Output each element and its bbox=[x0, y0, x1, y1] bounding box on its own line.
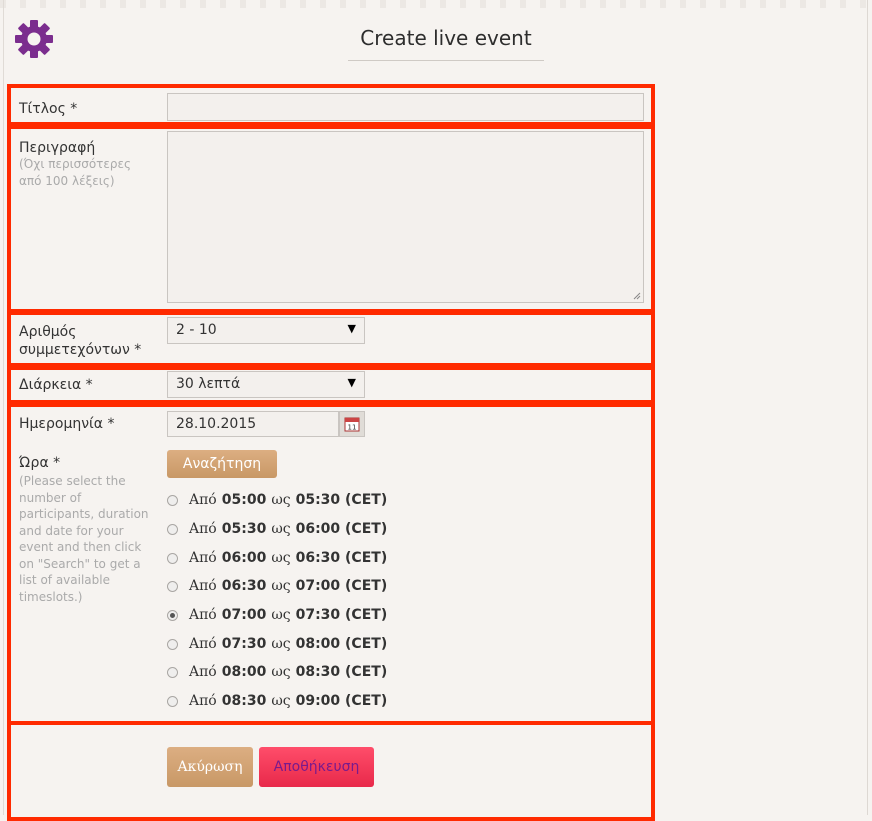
timeslot-radio[interactable] bbox=[167, 695, 178, 707]
timeslot-from-label: Από bbox=[189, 664, 217, 680]
timeslot-to-label: ως bbox=[271, 693, 291, 709]
date-value: 28.10.2015 bbox=[176, 416, 257, 432]
page-title: Create live event bbox=[348, 26, 544, 61]
timeslot-start: 06:00 bbox=[221, 550, 267, 566]
timeslot-from-label: Από bbox=[189, 607, 217, 623]
timeslot-from-label: Από bbox=[189, 550, 217, 566]
timeslot-from-label: Από bbox=[189, 492, 217, 508]
timeslot-option[interactable]: Από 08:30 ως 09:00 (CET) bbox=[167, 691, 387, 711]
timeslot-to-label: ως bbox=[271, 550, 291, 566]
timeslot-start: 07:00 bbox=[221, 607, 267, 623]
timeslot-from-label: Από bbox=[189, 578, 217, 594]
timeslot-start: 05:30 bbox=[221, 521, 267, 537]
timeslot-end: 07:00 (CET) bbox=[295, 578, 388, 594]
description-label: Περιγραφή bbox=[19, 140, 96, 156]
date-input[interactable]: 28.10.2015 bbox=[167, 411, 339, 437]
timeslot-start: 06:30 bbox=[221, 578, 267, 594]
date-label: Ημερομηνία * bbox=[19, 416, 115, 432]
timeslot-end: 07:30 (CET) bbox=[295, 607, 388, 623]
duration-label: Διάρκεια * bbox=[19, 377, 93, 393]
timeslot-end: 05:30 (CET) bbox=[295, 492, 388, 508]
timeslot-radio[interactable] bbox=[167, 638, 178, 650]
description-hint: (Όχι περισσότερες από 100 λέξεις) bbox=[19, 157, 132, 188]
chevron-down-icon: ▼ bbox=[347, 322, 356, 335]
timeslot-to-label: ως bbox=[271, 492, 291, 508]
calendar-icon: 11 bbox=[344, 417, 360, 432]
timeslot-end: 08:00 (CET) bbox=[295, 636, 388, 652]
timeslot-from-label: Από bbox=[189, 693, 217, 709]
timeslot-start: 08:30 bbox=[221, 693, 267, 709]
duration-select[interactable]: 30 λεπτά ▼ bbox=[167, 371, 365, 398]
timeslot-to-label: ως bbox=[271, 664, 291, 680]
timeslot-start: 07:30 bbox=[221, 636, 267, 652]
search-button[interactable]: Αναζήτηση bbox=[167, 450, 277, 478]
timeslot-option[interactable]: Από 06:30 ως 07:00 (CET) bbox=[167, 576, 387, 596]
timeslot-to-label: ως bbox=[271, 607, 291, 623]
participants-select[interactable]: 2 - 10 ▼ bbox=[167, 317, 365, 344]
timeslot-to-label: ως bbox=[271, 521, 291, 537]
timeslot-option[interactable]: Από 05:30 ως 06:00 (CET) bbox=[167, 519, 387, 539]
timeslot-radio[interactable] bbox=[167, 580, 178, 592]
timeslot-end: 06:00 (CET) bbox=[295, 521, 388, 537]
timeslot-to-label: ως bbox=[271, 578, 291, 594]
timeslot-radio[interactable] bbox=[167, 552, 178, 564]
right-border bbox=[867, 0, 868, 815]
resize-handle-icon[interactable] bbox=[633, 292, 641, 300]
timeslot-end: 09:00 (CET) bbox=[295, 693, 388, 709]
timeslot-end: 06:30 (CET) bbox=[295, 550, 388, 566]
cancel-button[interactable]: Ακύρωση bbox=[167, 747, 253, 787]
title-label: Τίτλος * bbox=[19, 101, 78, 117]
timeslot-to-label: ως bbox=[271, 636, 291, 652]
left-border bbox=[3, 0, 4, 815]
chevron-down-icon: ▼ bbox=[347, 376, 356, 389]
timeslot-from-label: Από bbox=[189, 521, 217, 537]
timeslot-option[interactable]: Από 07:30 ως 08:00 (CET) bbox=[167, 634, 387, 654]
participants-label: Αριθμός συμμετεχόντων * bbox=[19, 324, 142, 358]
calendar-button[interactable]: 11 bbox=[339, 411, 365, 437]
timeslot-radio[interactable] bbox=[167, 666, 178, 678]
title-input[interactable] bbox=[167, 93, 644, 121]
participants-value: 2 - 10 bbox=[176, 322, 217, 338]
timeslot-option[interactable]: Από 05:00 ως 05:30 (CET) bbox=[167, 490, 387, 510]
svg-text:11: 11 bbox=[348, 424, 357, 432]
duration-value: 30 λεπτά bbox=[176, 376, 241, 392]
timeslot-start: 05:00 bbox=[221, 492, 267, 508]
timeslot-option[interactable]: Από 06:00 ως 06:30 (CET) bbox=[167, 548, 387, 568]
timeslot-from-label: Από bbox=[189, 636, 217, 652]
timeslot-end: 08:30 (CET) bbox=[295, 664, 388, 680]
description-textarea[interactable] bbox=[167, 131, 644, 303]
timeslot-start: 08:00 bbox=[221, 664, 267, 680]
top-border bbox=[0, 0, 872, 8]
timeslot-option[interactable]: Από 08:00 ως 08:30 (CET) bbox=[167, 662, 387, 682]
timeslot-radio[interactable] bbox=[167, 609, 178, 621]
timeslot-option[interactable]: Από 07:00 ως 07:30 (CET) bbox=[167, 605, 387, 625]
timeslot-radio[interactable] bbox=[167, 494, 178, 506]
time-label: Ώρα * bbox=[19, 455, 61, 471]
time-hint: (Please select the number of participant… bbox=[19, 474, 149, 604]
timeslot-radio[interactable] bbox=[167, 523, 178, 535]
save-button[interactable]: Αποθήκευση bbox=[259, 747, 374, 787]
gear-icon[interactable] bbox=[13, 18, 55, 60]
